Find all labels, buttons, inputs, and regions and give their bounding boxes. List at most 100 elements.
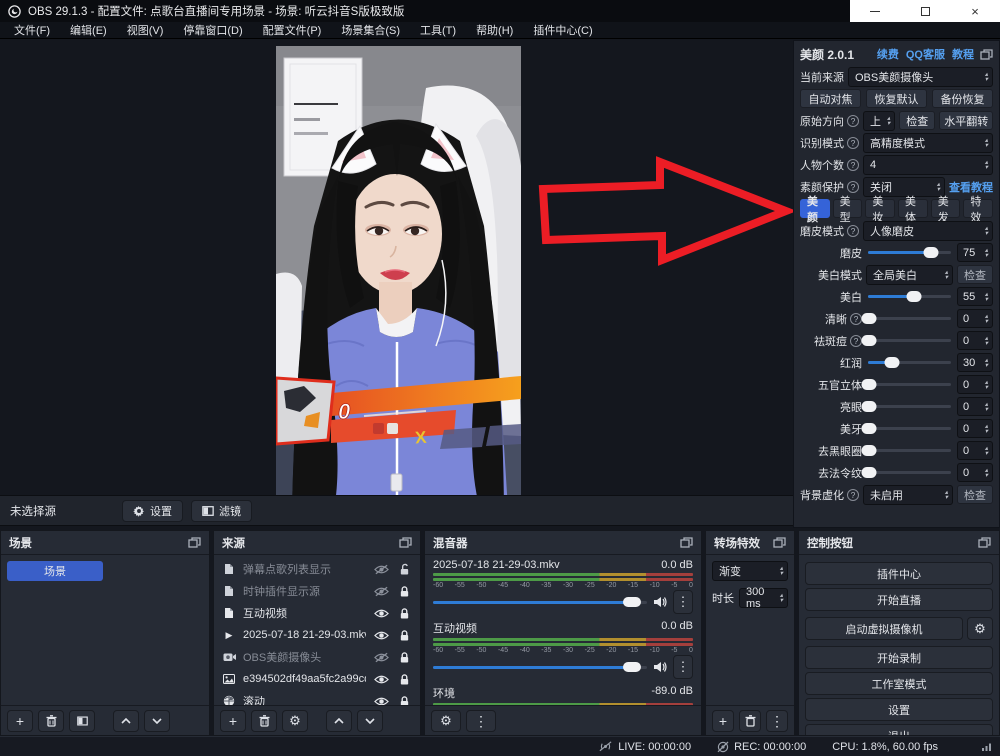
move-source-up-button[interactable] xyxy=(326,710,352,732)
bg-blur-select[interactable]: 未启用 ▴▾ xyxy=(863,485,953,505)
bright-eyes-value[interactable]: 0▴▾ xyxy=(957,397,993,416)
info-icon[interactable]: ? xyxy=(847,159,859,171)
orientation-select[interactable]: 上 ▴▾ xyxy=(863,111,895,131)
contour-slider[interactable] xyxy=(866,375,953,394)
maximize-button[interactable] xyxy=(900,0,950,22)
current-source-select[interactable]: OBS美颜摄像头 ▴▾ xyxy=(848,67,993,87)
teeth-value[interactable]: 0▴▾ xyxy=(957,419,993,438)
whiten-slider[interactable] xyxy=(866,287,953,306)
plugin-center-button[interactable]: 插件中心 xyxy=(805,562,993,585)
info-icon[interactable]: ? xyxy=(847,137,859,149)
slider-thumb[interactable] xyxy=(862,335,877,346)
rosy-value[interactable]: 30▴▾ xyxy=(957,353,993,372)
info-icon[interactable]: ? xyxy=(847,225,859,237)
volume-thumb[interactable] xyxy=(623,662,641,672)
qq-support-link[interactable]: QQ客服 xyxy=(906,46,945,62)
popout-icon[interactable] xyxy=(980,49,993,60)
smooth-slider[interactable] xyxy=(866,243,953,262)
remove-scene-button[interactable] xyxy=(38,710,64,732)
lock-icon[interactable] xyxy=(396,695,412,706)
backup-restore-button[interactable]: 备份恢复 xyxy=(932,89,993,108)
slider-thumb[interactable] xyxy=(885,357,900,368)
info-icon[interactable]: ? xyxy=(847,181,859,193)
source-filters-button[interactable]: 滤镜 xyxy=(191,500,252,522)
orientation-check-button[interactable]: 检查 xyxy=(899,111,935,130)
transition-menu-button[interactable]: ⋮ xyxy=(766,710,788,732)
slider-thumb[interactable] xyxy=(924,247,939,258)
tab-hair[interactable]: 美发 xyxy=(931,199,961,218)
tutorial-link[interactable]: 教程 xyxy=(952,46,974,62)
source-row[interactable]: 时钟插件显示源 xyxy=(214,580,420,602)
channel-menu-button[interactable]: ⋮ xyxy=(673,590,693,614)
channel-menu-button[interactable]: ⋮ xyxy=(673,655,693,679)
info-icon[interactable]: ? xyxy=(847,115,859,127)
person-count-spinner[interactable]: 4 ▴▾ xyxy=(863,155,993,175)
speaker-icon[interactable] xyxy=(653,596,667,608)
clarity-slider[interactable] xyxy=(866,309,953,328)
teeth-slider[interactable] xyxy=(866,419,953,438)
start-virtual-camera-button[interactable]: 启动虚拟摄像机 xyxy=(805,617,963,640)
move-scene-up-button[interactable] xyxy=(113,710,139,732)
unlock-icon[interactable] xyxy=(396,563,412,576)
add-scene-button[interactable]: + xyxy=(7,710,33,732)
slider-thumb[interactable] xyxy=(862,467,877,478)
menu-edit[interactable]: 编辑(E) xyxy=(60,22,117,38)
smooth-mode-select[interactable]: 人像磨皮 ▴▾ xyxy=(863,221,993,241)
menu-tools[interactable]: 工具(T) xyxy=(410,22,466,38)
visibility-off-icon[interactable] xyxy=(373,586,389,597)
visibility-off-icon[interactable] xyxy=(373,564,389,575)
nasolabial-slider[interactable] xyxy=(866,463,953,482)
tab-body[interactable]: 美体 xyxy=(898,199,928,218)
slider-thumb[interactable] xyxy=(862,445,877,456)
restore-defaults-button[interactable]: 恢复默认 xyxy=(866,89,927,108)
visibility-on-icon[interactable] xyxy=(373,696,389,706)
info-icon[interactable]: ? xyxy=(847,489,859,501)
scene-filters-button[interactable] xyxy=(69,710,95,732)
renew-link[interactable]: 续费 xyxy=(877,46,899,62)
source-properties-button[interactable]: ⚙ xyxy=(282,710,308,732)
info-icon[interactable]: ? xyxy=(850,313,862,325)
transition-type-select[interactable]: 渐变 ▴▾ xyxy=(712,561,788,581)
duration-spinner[interactable]: 300 ms ▴▾ xyxy=(739,588,788,608)
slider-thumb[interactable] xyxy=(906,291,921,302)
popout-icon[interactable] xyxy=(680,537,693,548)
slider-thumb[interactable] xyxy=(862,313,877,324)
source-row[interactable]: 互动视频 xyxy=(214,602,420,624)
visibility-on-icon[interactable] xyxy=(373,608,389,619)
speaker-icon[interactable] xyxy=(653,661,667,673)
advanced-audio-button[interactable]: ⚙ xyxy=(431,710,461,732)
move-source-down-button[interactable] xyxy=(357,710,383,732)
lock-icon[interactable] xyxy=(396,585,412,598)
add-transition-button[interactable]: + xyxy=(712,710,734,732)
popout-icon[interactable] xyxy=(399,537,412,548)
virtual-camera-settings-button[interactable]: ⚙ xyxy=(967,617,993,640)
blemish-value[interactable]: 0▴▾ xyxy=(957,331,993,350)
tab-reshape[interactable]: 美型 xyxy=(833,199,863,218)
source-row[interactable]: OBS美颜摄像头 xyxy=(214,646,420,668)
menu-plugin-center[interactable]: 插件中心(C) xyxy=(523,22,602,38)
blemish-slider[interactable] xyxy=(866,331,953,350)
remove-source-button[interactable] xyxy=(251,710,277,732)
bg-blur-check-button[interactable]: 检查 xyxy=(957,485,993,504)
dark-circle-value[interactable]: 0▴▾ xyxy=(957,441,993,460)
popout-icon[interactable] xyxy=(188,537,201,548)
whiten-value[interactable]: 55▴▾ xyxy=(957,287,993,306)
white-mode-select[interactable]: 全局美白 ▴▾ xyxy=(866,265,953,285)
source-row[interactable]: ▶ 2025-07-18 21-29-03.mkv xyxy=(214,624,420,646)
source-row[interactable]: 弹幕点歌列表显示 xyxy=(214,558,420,580)
mixer-menu-button[interactable]: ⋮ xyxy=(466,710,496,732)
slider-thumb[interactable] xyxy=(862,401,877,412)
menu-help[interactable]: 帮助(H) xyxy=(466,22,523,38)
exit-button[interactable]: 退出 xyxy=(805,724,993,735)
menu-docks[interactable]: 停靠窗口(D) xyxy=(173,22,252,38)
minimize-button[interactable] xyxy=(850,0,900,22)
bright-eyes-slider[interactable] xyxy=(866,397,953,416)
lock-icon[interactable] xyxy=(396,629,412,642)
nasolabial-value[interactable]: 0▴▾ xyxy=(957,463,993,482)
tab-beauty[interactable]: 美颜 xyxy=(800,199,830,218)
volume-slider[interactable] xyxy=(433,660,647,674)
add-source-button[interactable]: + xyxy=(220,710,246,732)
menu-scene-collection[interactable]: 场景集合(S) xyxy=(331,22,410,38)
remove-transition-button[interactable] xyxy=(739,710,761,732)
popout-icon[interactable] xyxy=(978,537,991,548)
